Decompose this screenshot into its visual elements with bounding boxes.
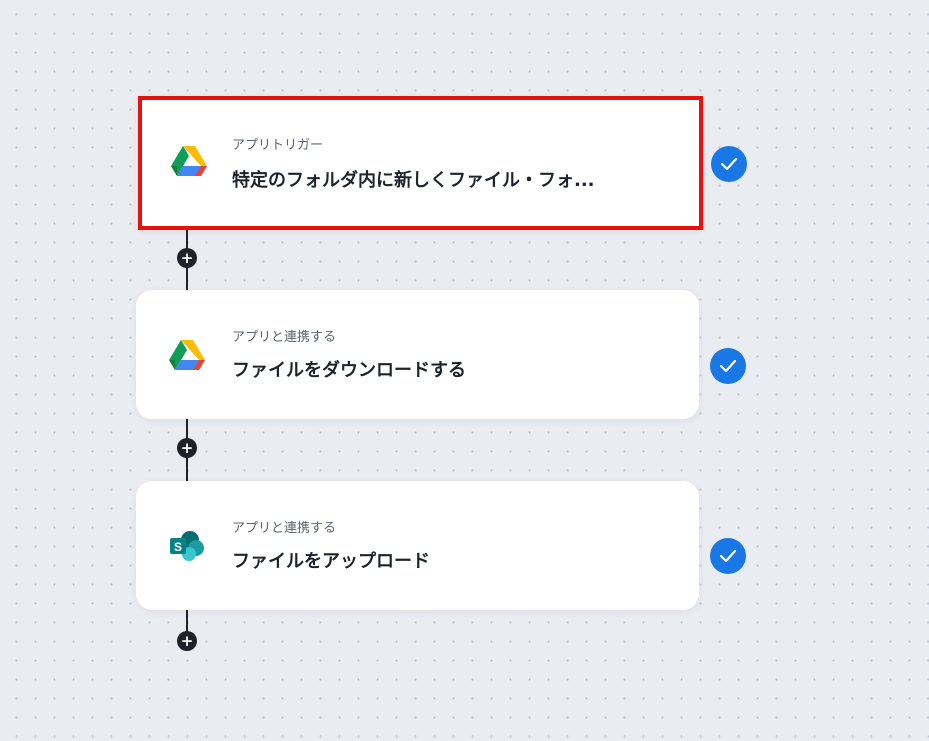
flow-canvas: + + + アプリトリガー 特定のフォルダ内に新しくファイル・フォ... アプリ…	[0, 0, 929, 741]
step-type-label: アプリトリガー	[232, 138, 324, 153]
add-step-button[interactable]: +	[177, 248, 197, 268]
sharepoint-icon: S	[170, 531, 204, 561]
add-step-button[interactable]: +	[177, 438, 197, 458]
add-step-button[interactable]: +	[177, 631, 197, 651]
step-card-trigger[interactable]: アプリトリガー 特定のフォルダ内に新しくファイル・フォ...	[138, 96, 703, 230]
step-card-download[interactable]: アプリと連携する ファイルをダウンロードする	[136, 290, 699, 419]
step-completed-check-icon	[710, 538, 746, 574]
svg-text:S: S	[174, 540, 182, 554]
step-completed-check-icon	[710, 348, 746, 384]
step-card-upload[interactable]: S アプリと連携する ファイルをアップロード	[136, 481, 699, 610]
step-title: ファイルをアップロード	[232, 551, 430, 572]
google-drive-icon	[169, 340, 205, 370]
step-type-label: アプリと連携する	[232, 521, 337, 536]
step-title: 特定のフォルダ内に新しくファイル・フォ...	[232, 170, 595, 191]
step-type-label: アプリと連携する	[232, 330, 337, 345]
step-completed-check-icon	[711, 146, 747, 182]
google-drive-icon	[171, 146, 207, 176]
step-title: ファイルをダウンロードする	[232, 360, 466, 381]
